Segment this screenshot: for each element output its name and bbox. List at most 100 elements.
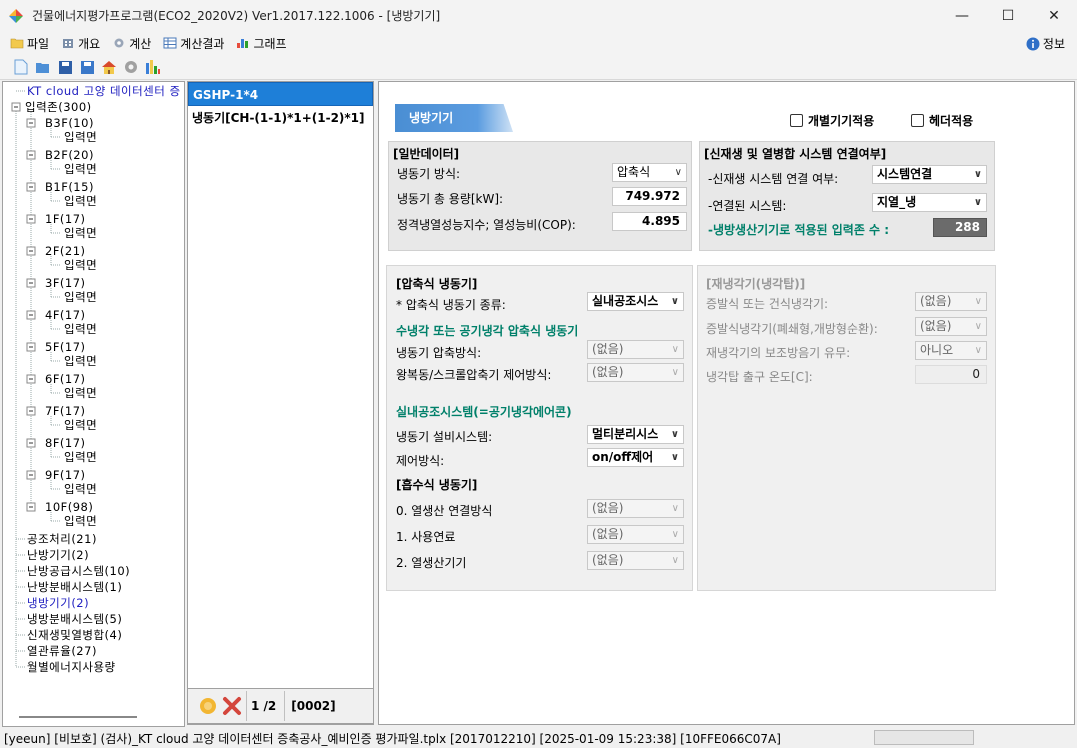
table-icon <box>163 37 177 49</box>
tree-surface-5f[interactable]: 입력면 <box>64 353 97 369</box>
equipment-system-select[interactable]: 멀티분리시스 ∨ <box>587 425 684 444</box>
open-file-button[interactable] <box>34 58 52 76</box>
close-button[interactable]: ✕ <box>1031 0 1077 31</box>
chevron-down-icon: ∨ <box>674 167 682 178</box>
home-button[interactable] <box>100 58 118 76</box>
compression-type-value: 실내공조시스 <box>592 294 659 308</box>
tree-uvalue[interactable]: 열관류율(27) <box>27 643 97 659</box>
tree-surface-b1f[interactable]: 입력면 <box>64 193 97 209</box>
general-data-title: [일반데이터] <box>393 147 460 161</box>
maximize-button[interactable]: ☐ <box>985 0 1031 31</box>
control-method-label: 제어방식: <box>396 454 445 468</box>
tree-root[interactable]: KT cloud 고양 데이터센터 증 <box>27 83 181 99</box>
tree-monthly-energy[interactable]: 월별에너지사용량 <box>27 659 116 675</box>
individual-checkbox[interactable]: 개별기기적용 <box>790 112 874 129</box>
menu-graph[interactable]: 그래프 <box>236 35 287 52</box>
checkbox-box <box>911 114 924 127</box>
menu-info[interactable]: 정보 <box>1026 35 1065 52</box>
tree-heating-equip[interactable]: 난방기기(2) <box>27 547 89 563</box>
renewable-link-panel: [신재생 및 열병합 시스템 연결여부] -신재생 시스템 연결 여부: 시스템… <box>699 141 995 251</box>
save-as-button[interactable] <box>78 58 96 76</box>
tree-cooling-equip[interactable]: 냉방기기(2) <box>27 595 89 611</box>
renew-count-value: 288 <box>933 218 987 237</box>
heat-gen-select[interactable]: (없음) ∨ <box>587 551 684 570</box>
tree-surface-7f[interactable]: 입력면 <box>64 417 97 433</box>
scroll-control-select[interactable]: (없음) ∨ <box>587 363 684 382</box>
chevron-down-icon: ∨ <box>671 529 679 540</box>
tree-surface-8f[interactable]: 입력면 <box>64 449 97 465</box>
header-checkbox[interactable]: 헤더적용 <box>911 112 973 129</box>
list-item-gshp[interactable]: GSHP-1*4 <box>188 82 373 106</box>
cop-input[interactable]: 4.895 <box>612 212 687 231</box>
capacity-input[interactable]: 749.972 <box>612 187 687 206</box>
tree-surface-6f[interactable]: 입력면 <box>64 385 97 401</box>
heat-gen-value: (없음) <box>592 553 624 567</box>
tree-heating-dist[interactable]: 난방분배시스템(1) <box>27 579 122 595</box>
evap-cooler-select[interactable]: (없음) ∨ <box>915 292 987 311</box>
building-icon <box>63 39 74 48</box>
renewable-link-title: [신재생 및 열병합 시스템 연결여부] <box>704 147 887 161</box>
add-button[interactable] <box>198 696 218 716</box>
outlet-temp-label: 냉각탑 출구 온도[C]: <box>706 370 813 384</box>
equipment-system-value: 멀티분리시스 <box>592 427 659 441</box>
home-icon <box>102 60 116 74</box>
save-icon <box>58 60 72 74</box>
compression-type-select[interactable]: 실내공조시스 ∨ <box>587 292 684 311</box>
menu-calc[interactable]: 계산 <box>112 35 151 52</box>
capacity-label: 냉동기 총 용량[kW]: <box>397 192 504 206</box>
tree-heating-supply[interactable]: 난방공급시스템(10) <box>27 563 130 579</box>
renew-system-select[interactable]: 지열_냉 ∨ <box>872 193 987 212</box>
tree-surface-b3f[interactable]: 입력면 <box>64 129 97 145</box>
heat-link-label: 0. 열생산 연결방식 <box>396 504 493 518</box>
indoor-ac-header: 실내공조시스템(=공기냉각에어콘) <box>396 405 572 419</box>
tree-surface-10f[interactable]: 입력면 <box>64 513 97 529</box>
project-tree[interactable]: KT cloud 고양 데이터센터 증 입력존(300) B3F(10) 입력면… <box>2 81 185 727</box>
aux-select[interactable]: 아니오 ∨ <box>915 341 987 360</box>
renew-link-select[interactable]: 시스템연결 ∨ <box>872 165 987 184</box>
menu-overview[interactable]: 개요 <box>61 35 100 52</box>
tree-cooling-dist[interactable]: 냉방분배시스템(5) <box>27 611 122 627</box>
menu-bar: 파일 개요 계산 계산결과 그래프 정보 <box>0 31 1077 55</box>
window-title: 건물에너지평가프로그램(ECO2_2020V2) Ver1.2017.122.1… <box>32 9 441 23</box>
fuel-select[interactable]: (없음) ∨ <box>587 525 684 544</box>
folder-icon <box>10 38 24 49</box>
tree-surface-9f[interactable]: 입력면 <box>64 481 97 497</box>
fuel-label: 1. 사용연료 <box>396 530 456 544</box>
outlet-temp-input[interactable]: 0 <box>915 365 987 384</box>
closed-type-label: 증발식냉각기(폐쇄형,개방형순환): <box>706 322 878 336</box>
tree-renewable[interactable]: 신재생및열병합(4) <box>27 627 122 643</box>
tree-scrollbar[interactable] <box>19 716 137 718</box>
toolbar <box>0 55 1077 80</box>
menu-result-label: 계산결과 <box>180 36 225 51</box>
evap-cooler-value: (없음) <box>920 294 952 308</box>
tree-surface-1f[interactable]: 입력면 <box>64 225 97 241</box>
compressor-method-select[interactable]: (없음) ∨ <box>587 340 684 359</box>
record-code: [0002] <box>291 699 336 713</box>
delete-x-icon <box>223 697 241 715</box>
chevron-down-icon: ∨ <box>973 169 982 180</box>
list-item-chiller[interactable]: 냉동기[CH-(1-1)*1+(1-2)*1] <box>188 106 373 130</box>
closed-type-select[interactable]: (없음) ∨ <box>915 317 987 336</box>
add-gear-icon <box>200 698 216 714</box>
delete-button[interactable] <box>222 696 242 716</box>
new-file-button[interactable] <box>12 58 30 76</box>
tree-surface-4f[interactable]: 입력면 <box>64 321 97 337</box>
chiller-method-select[interactable]: 압축식 ∨ <box>612 163 687 182</box>
tree-surface-b2f[interactable]: 입력면 <box>64 161 97 177</box>
bar-chart-icon <box>146 60 160 74</box>
control-method-select[interactable]: on/off제어 ∨ <box>587 448 684 467</box>
scroll-control-value: (없음) <box>592 365 624 379</box>
save-button[interactable] <box>56 58 74 76</box>
renew-system-label: -연결된 시스템: <box>708 199 787 213</box>
tree-ahu[interactable]: 공조처리(21) <box>27 531 97 547</box>
minimize-button[interactable]: — <box>939 0 985 31</box>
chiller-method-label: 냉동기 방식: <box>397 167 461 181</box>
menu-result[interactable]: 계산결과 <box>163 35 224 52</box>
tree-zones[interactable]: 입력존(300) <box>25 99 92 115</box>
tree-surface-3f[interactable]: 입력면 <box>64 289 97 305</box>
heat-link-select[interactable]: (없음) ∨ <box>587 499 684 518</box>
tree-surface-2f[interactable]: 입력면 <box>64 257 97 273</box>
chart-button[interactable] <box>144 58 162 76</box>
settings-button[interactable] <box>122 58 140 76</box>
menu-file[interactable]: 파일 <box>10 35 49 52</box>
